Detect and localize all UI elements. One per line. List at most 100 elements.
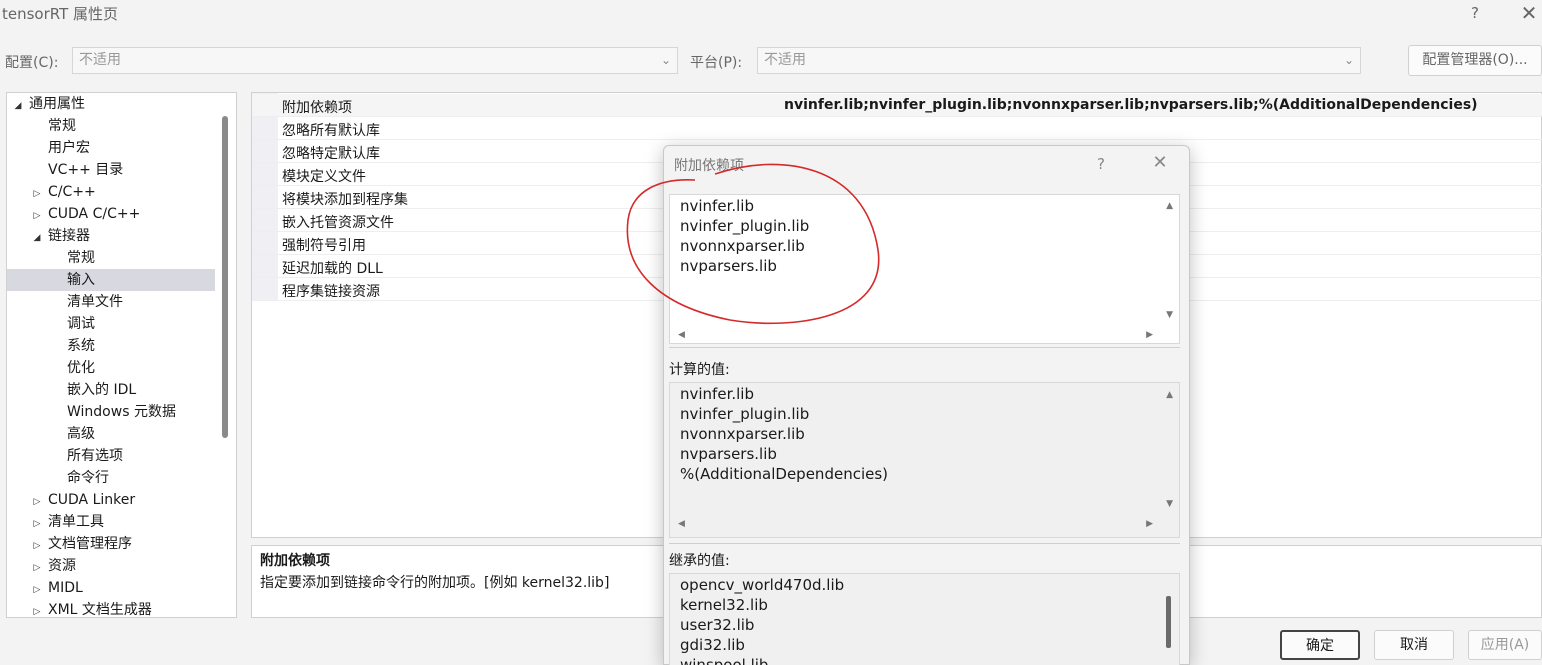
tree-item[interactable]: 高级	[7, 423, 215, 445]
library-entry: opencv_world470d.lib	[680, 576, 845, 594]
tree-item[interactable]: ▷ CUDA Linker	[7, 489, 215, 511]
tree-item[interactable]: 用户宏	[7, 137, 215, 159]
close-button[interactable]: ✕	[1516, 0, 1542, 26]
platform-label: 平台(P):	[690, 55, 743, 71]
library-entry: %(AdditionalDependencies)	[680, 465, 889, 483]
scroll-left-icon[interactable]: ◀	[678, 330, 685, 340]
expanded-icon[interactable]: ◢	[11, 95, 25, 117]
scroll-left-icon[interactable]: ◀	[678, 519, 685, 529]
scroll-up-icon[interactable]: ▲	[1166, 390, 1173, 400]
collapsed-icon[interactable]: ▷	[30, 579, 44, 601]
tree-item-label: 高级	[67, 426, 95, 442]
tree-item-label: 输入	[67, 272, 95, 288]
scroll-right-icon[interactable]: ▶	[1146, 330, 1153, 340]
tree-item[interactable]: ▷ 资源	[7, 555, 215, 577]
tree-item[interactable]: ▷ CUDA C/C++	[7, 203, 215, 225]
tree-item[interactable]: ▷ 清单工具	[7, 511, 215, 533]
inherited-scrollbar-thumb[interactable]	[1166, 596, 1171, 648]
collapsed-icon[interactable]: ▷	[30, 557, 44, 579]
tree-item[interactable]: ◢ 通用属性	[7, 93, 215, 115]
tree-item-label: 清单工具	[48, 514, 104, 530]
tree-item[interactable]: ◢ 链接器	[7, 225, 215, 247]
scroll-up-icon[interactable]: ▲	[1166, 201, 1173, 211]
property-name: 强制符号引用	[282, 238, 366, 254]
collapsed-icon[interactable]: ▷	[30, 601, 44, 617]
property-name: 嵌入托管资源文件	[282, 215, 394, 231]
collapsed-icon[interactable]: ▷	[30, 513, 44, 535]
tree-item[interactable]: 输入	[7, 269, 215, 291]
property-row[interactable]: 附加依赖项 nvinfer.lib;nvinfer_plugin.lib;nvon…	[252, 94, 1542, 117]
scroll-down-icon[interactable]: ▼	[1166, 499, 1173, 509]
tree-item[interactable]: 常规	[7, 115, 215, 137]
tree-item[interactable]: ▷ C/C++	[7, 181, 215, 203]
collapsed-icon[interactable]: ▷	[30, 205, 44, 227]
tree-item-label: CUDA Linker	[48, 492, 136, 508]
config-manager-button[interactable]: 配置管理器(O)...	[1408, 45, 1542, 76]
tree-item-label: CUDA C/C++	[48, 206, 141, 222]
tree-item[interactable]: Windows 元数据	[7, 401, 215, 423]
property-name: 忽略特定默认库	[282, 146, 380, 162]
cancel-button[interactable]: 取消	[1374, 630, 1454, 660]
config-select[interactable]: 不适用 ⌄	[72, 47, 678, 74]
tree-item[interactable]: VC++ 目录	[7, 159, 215, 181]
platform-select[interactable]: 不适用 ⌄	[757, 47, 1361, 74]
help-button[interactable]: ?	[1464, 2, 1486, 24]
library-entry: nvinfer_plugin.lib	[680, 405, 810, 423]
ok-button[interactable]: 确定	[1280, 630, 1360, 660]
library-entry: user32.lib	[680, 616, 755, 634]
scroll-right-icon[interactable]: ▶	[1146, 519, 1153, 529]
tree-item-label: C/C++	[48, 184, 96, 200]
tree-item[interactable]: 优化	[7, 357, 215, 379]
tree-item[interactable]: ▷ XML 文档生成器	[7, 599, 215, 617]
property-row[interactable]: 忽略所有默认库	[252, 117, 1542, 140]
category-tree[interactable]: ◢ 通用属性 常规 用户宏 VC++ 目录 ▷ C/C++ ▷ CUDA C/C++ ◢ 链接器 常规…	[6, 92, 237, 618]
tree-item[interactable]: 所有选项	[7, 445, 215, 467]
property-name: 附加依赖项	[282, 100, 352, 116]
annotation-stroke	[626, 163, 880, 325]
tree-item-label: 文档管理程序	[48, 536, 132, 552]
window-title: tensorRT 属性页	[2, 5, 119, 23]
divider	[669, 347, 1180, 348]
tree-item[interactable]: 系统	[7, 335, 215, 357]
scroll-down-icon[interactable]: ▼	[1166, 310, 1173, 320]
tree-item-label: VC++ 目录	[48, 162, 124, 178]
collapsed-icon[interactable]: ▷	[30, 491, 44, 513]
expanded-icon[interactable]: ◢	[30, 227, 44, 249]
tree-item-label: Windows 元数据	[67, 404, 176, 420]
library-entry: winspool.lib	[680, 656, 769, 665]
tree-item-label: 嵌入的 IDL	[67, 382, 137, 398]
tree-item[interactable]: 常规	[7, 247, 215, 269]
tree-item[interactable]: ▷ 文档管理程序	[7, 533, 215, 555]
computed-values-list: nvinfer.lib nvinfer_plugin.lib nvonnxparse…	[669, 382, 1180, 538]
tree-item[interactable]: 清单文件	[7, 291, 215, 313]
library-entry: gdi32.lib	[680, 636, 745, 654]
tree-item[interactable]: 嵌入的 IDL	[7, 379, 215, 401]
tree-item-label: 通用属性	[29, 96, 85, 112]
property-name: 程序集链接资源	[282, 284, 380, 300]
apply-button[interactable]: 应用(A)	[1468, 630, 1542, 660]
config-select-value: 不适用	[79, 52, 121, 68]
description-title: 附加依赖项	[260, 553, 330, 569]
collapsed-icon[interactable]: ▷	[30, 535, 44, 557]
library-entry: nvinfer.lib	[680, 385, 754, 403]
collapsed-icon[interactable]: ▷	[30, 183, 44, 205]
tree-item-label: 调试	[67, 316, 95, 332]
tree-item[interactable]: ▷ MIDL	[7, 577, 215, 599]
tree-item-label: 资源	[48, 558, 76, 574]
dialog-close-button[interactable]: ✕	[1148, 151, 1172, 175]
inherited-label: 继承的值:	[669, 553, 730, 569]
dialog-help-button[interactable]: ?	[1090, 153, 1112, 175]
property-value[interactable]: nvinfer.lib;nvinfer_plugin.lib;nvonnxpar…	[784, 97, 1478, 113]
tree-item[interactable]: 调试	[7, 313, 215, 335]
library-entry: kernel32.lib	[680, 596, 768, 614]
tree-item-label: 链接器	[48, 228, 90, 244]
property-name: 将模块添加到程序集	[282, 192, 408, 208]
tree-item-label: 系统	[67, 338, 95, 354]
config-label: 配置(C):	[5, 55, 59, 71]
inherited-values-list: opencv_world470d.lib kernel32.lib user32.l…	[669, 573, 1180, 665]
tree-item[interactable]: 命令行	[7, 467, 215, 489]
property-name: 模块定义文件	[282, 169, 366, 185]
tree-scrollbar-thumb[interactable]	[222, 116, 228, 438]
description-text: 指定要添加到链接命令行的附加项。[例如 kernel32.lib]	[260, 575, 610, 591]
chevron-down-icon: ⌄	[660, 53, 671, 67]
